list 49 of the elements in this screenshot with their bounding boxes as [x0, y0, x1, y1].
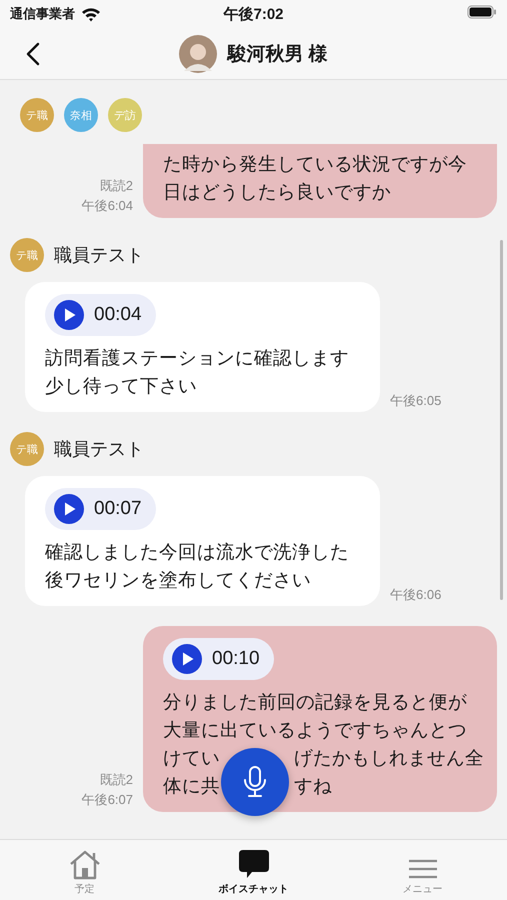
audio-duration: 00:04 — [94, 304, 142, 326]
member-avatar[interactable]: テ職 — [20, 98, 54, 132]
read-count: 既読2 — [100, 771, 133, 789]
carrier-name: 通信事業者 — [10, 5, 75, 23]
message-line: 大量に出ているようですちゃんとつ — [163, 718, 467, 742]
microphone-icon[interactable] — [242, 765, 268, 799]
message-line: 少し待って下さい — [45, 374, 197, 398]
sender-name: 職員テスト — [54, 438, 144, 461]
message-time: 午後6:07 — [82, 791, 133, 809]
message-line: 体に共 — [163, 774, 220, 798]
scrollbar[interactable] — [500, 240, 503, 600]
tab[interactable]: 予定 — [0, 840, 169, 900]
audio-player[interactable]: 00:07 — [45, 488, 156, 530]
read-count: 既読2 — [100, 177, 133, 195]
play-icon[interactable] — [54, 300, 84, 330]
home-icon[interactable] — [68, 850, 102, 880]
avatar-icon — [179, 34, 218, 72]
message-time: 午後6:06 — [390, 586, 442, 604]
back-icon[interactable] — [26, 42, 40, 66]
member-avatar[interactable]: 奈相 — [64, 98, 98, 132]
audio-player[interactable]: 00:04 — [45, 294, 156, 336]
play-icon[interactable] — [172, 644, 202, 674]
sender-avatar[interactable]: テ職 — [10, 432, 44, 466]
message-line: すね — [294, 774, 332, 798]
chat-title: 駿河秋男 様 — [227, 42, 328, 66]
audio-duration: 00:07 — [94, 498, 142, 520]
message-line: た時から発生している状況ですが今 — [163, 152, 467, 176]
tab[interactable]: ボイスチャット — [169, 840, 338, 900]
message-line: 分りました前回の記録を見ると便が — [163, 690, 467, 714]
message-line: げたかもしれません全 — [294, 746, 484, 770]
sender-avatar[interactable]: テ職 — [10, 238, 44, 272]
audio-player[interactable]: 00:10 — [163, 638, 274, 680]
wifi-icon — [81, 6, 101, 22]
tab[interactable]: メニュー — [338, 840, 507, 900]
message-line: けてい — [163, 746, 220, 770]
message-line: 訪問看護ステーションに確認します — [45, 346, 349, 370]
message-time: 午後6:04 — [82, 197, 133, 215]
message-line: 日はどうしたら良いですか — [163, 180, 391, 204]
member-avatar[interactable]: デ訪 — [108, 98, 142, 132]
message-line: 後ワセリンを塗布してください — [45, 568, 311, 592]
message-line: 確認しました今回は流水で洗浄した — [45, 540, 349, 564]
status-time: 午後7:02 — [223, 4, 284, 24]
message-time: 午後6:05 — [390, 392, 442, 410]
audio-duration: 00:10 — [212, 648, 260, 670]
sender-name: 職員テスト — [54, 244, 144, 267]
play-icon[interactable] — [54, 494, 84, 524]
chat-icon[interactable] — [236, 848, 270, 880]
menu-icon[interactable] — [408, 858, 438, 880]
battery-icon — [467, 4, 497, 18]
